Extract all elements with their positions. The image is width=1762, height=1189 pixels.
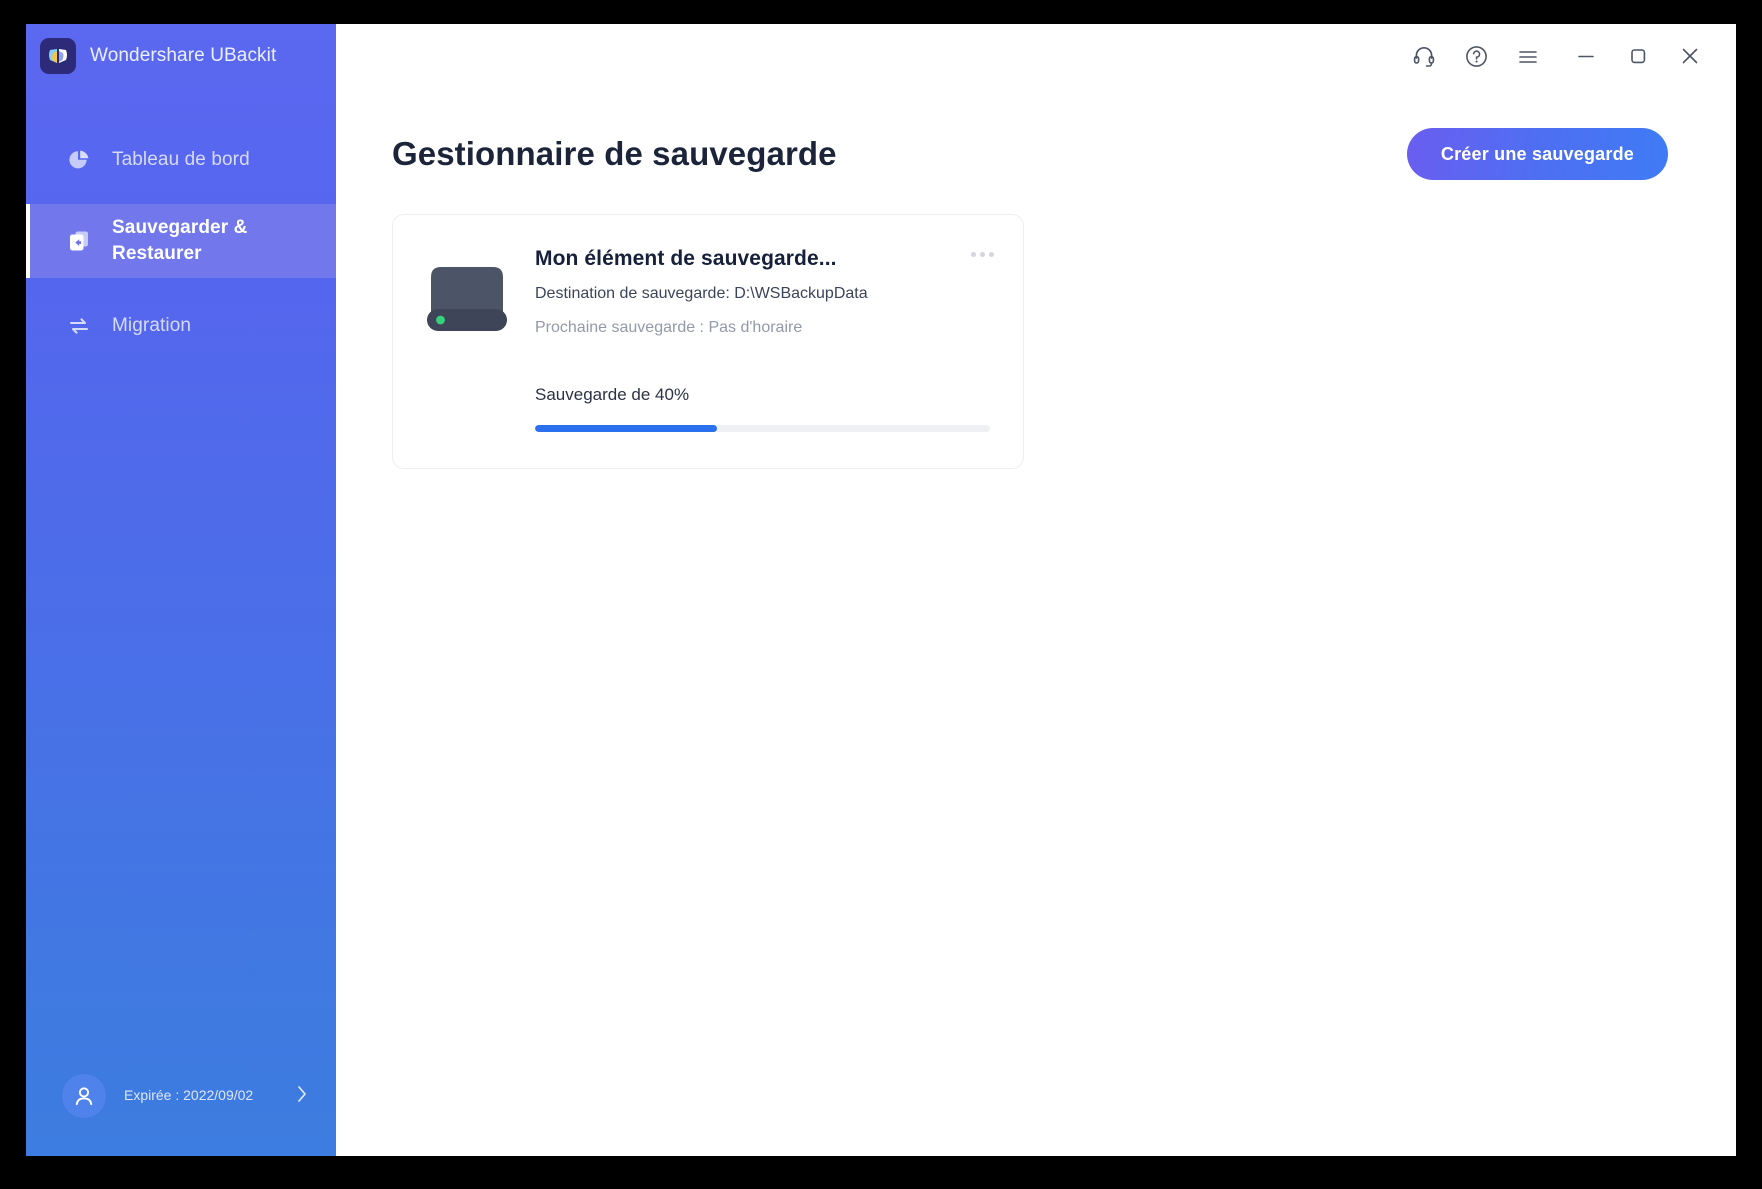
page-title: Gestionnaire de sauvegarde [392,135,837,172]
account-text: Expirée : 2022/09/02 [124,1087,278,1105]
sidebar-item-dashboard-label: Tableau de bord [112,149,250,170]
card-top: Mon élément de sauvegarde... Destination… [419,241,997,341]
dot [979,251,985,257]
sidebar-item-backup-restore-label: Sauvegarder & Restaurer [112,217,248,264]
brand-name: Wondershare UBackit [90,45,277,66]
titlebar [336,24,1736,88]
backup-item-title: Mon élément de sauvegarde... [535,247,837,270]
backup-card[interactable]: Mon élément de sauvegarde... Destination… [392,214,1024,469]
butterfly-logo-icon [40,38,76,74]
sidebar-item-backup-restore[interactable]: Sauvegarder & Restaurer [26,204,336,278]
content-body: Gestionnaire de sauvegarde Créer une sau… [336,88,1736,469]
hamburger-menu-icon[interactable] [1502,34,1554,78]
account-expiry: Expirée : 2022/09/02 [124,1087,254,1103]
external-hard-drive-icon [419,241,515,341]
progress-block: Sauvegarde de 40% [419,385,997,432]
transfer-arrows-icon [66,313,92,339]
create-backup-button[interactable]: Créer une sauvegarde [1406,128,1668,180]
brand: Wondershare UBackit [26,24,336,88]
progress-label: Sauvegarde de 40% [535,385,690,404]
question-circle-icon[interactable] [1450,34,1502,78]
sidebar-item-migration-label: Migration [112,315,192,336]
user-avatar-icon [62,1074,106,1118]
sidebar-nav: Tableau de bord Sauvegarder & Restaurer [26,134,336,352]
main-content: Gestionnaire de sauvegarde Créer une sau… [336,24,1736,1156]
progress-fill [535,425,717,432]
close-icon[interactable] [1664,34,1716,78]
minimize-icon[interactable] [1560,34,1612,78]
headset-icon[interactable] [1398,34,1450,78]
sidebar: Wondershare UBackit Tableau de bord Sauv… [26,24,336,1156]
sidebar-item-migration[interactable]: Migration [26,300,336,352]
dot [970,251,976,257]
pie-chart-icon [66,147,92,173]
dot [988,251,994,257]
backup-destination: Destination de sauvegarde: D:\WSBackupDa… [535,285,868,302]
page-header: Gestionnaire de sauvegarde Créer une sau… [392,122,1736,186]
progress-bar [535,425,990,432]
more-options-icon[interactable] [965,241,999,267]
maximize-icon[interactable] [1612,34,1664,78]
chevron-right-icon[interactable] [296,1085,312,1107]
backup-restore-icon [66,228,92,254]
card-info: Mon élément de sauvegarde... Destination… [535,241,997,341]
sidebar-item-dashboard[interactable]: Tableau de bord [26,134,336,186]
app-window: Wondershare UBackit Tableau de bord Sauv… [26,24,1736,1156]
backup-next-schedule: Prochaine sauvegarde : Pas d'horaire [535,319,803,336]
account-footer[interactable]: Expirée : 2022/09/02 [26,1074,336,1118]
